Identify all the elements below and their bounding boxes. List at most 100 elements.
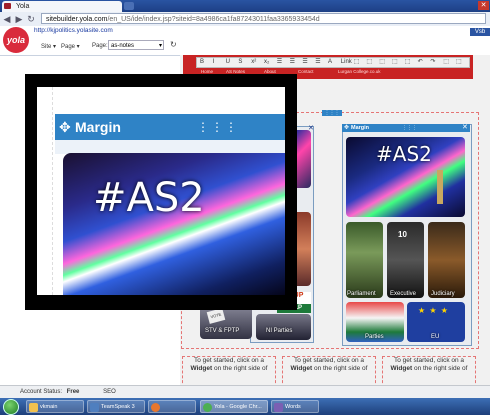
parties-label: Parties xyxy=(365,334,384,340)
get-started-text: To get started, click on a xyxy=(293,357,365,364)
words-icon xyxy=(274,403,283,412)
drag-handle-icon[interactable]: ⋮⋮⋮ xyxy=(402,124,417,132)
site-menu[interactable]: Site ▾ xyxy=(41,43,56,50)
zoom-panel-title: Margin xyxy=(75,119,121,135)
format-button[interactable]: ☰ xyxy=(302,58,307,67)
account-status-value: Free xyxy=(66,389,80,395)
zoom-banner-text: #AS2 xyxy=(93,175,205,221)
url-path: /en_US/ide/index.jsp?siteid=8a4986ca1fa8… xyxy=(107,16,320,23)
reload-icon[interactable]: ↻ xyxy=(26,14,36,24)
site-nav-link[interactable]: Contact xyxy=(298,69,314,74)
chevron-down-icon: ▾ xyxy=(158,43,162,49)
yola-favicon-icon xyxy=(4,3,11,9)
status-bar: Account Status: Free SEO xyxy=(0,385,490,399)
taskbar-item[interactable] xyxy=(148,400,196,413)
widget-word: Widget xyxy=(390,365,413,372)
format-button[interactable]: ⬚ xyxy=(405,58,411,67)
text-format-toolbar: B I U Sx² x₂ ☰ ☰ ☰ ☰ A Link ⬚ ⬚ ⬚ ⬚ ⬚ ↶ ↷ ⬚ ⬚ xyxy=(196,57,470,68)
format-button[interactable]: A xyxy=(328,58,332,67)
judiciary-tile[interactable] xyxy=(428,222,465,298)
taskbar-item-label: vkmain xyxy=(40,404,58,410)
get-started-text: on the right side of xyxy=(412,365,468,372)
parliament-label: Parliament xyxy=(347,291,376,297)
start-button-icon[interactable] xyxy=(3,399,19,415)
get-started-text: To get started, click on a xyxy=(193,357,265,364)
forward-arrow-icon[interactable]: ▶ xyxy=(14,14,24,24)
browser-tab-title: Yola xyxy=(16,3,30,10)
format-button[interactable]: S xyxy=(238,58,242,67)
format-button[interactable]: ↶ xyxy=(418,58,423,67)
taskbar-item[interactable]: vkmain xyxy=(26,400,84,413)
page-selector-label: Page: xyxy=(92,43,108,49)
format-button[interactable]: ⬚ xyxy=(392,58,398,67)
site-nav-link[interactable]: Lurgan College.co.uk xyxy=(338,69,381,74)
parliament-tile[interactable] xyxy=(346,222,383,298)
seo-link[interactable]: SEO xyxy=(103,389,116,395)
big-ben-graphic xyxy=(437,170,443,204)
folder-icon xyxy=(29,403,38,412)
site-url-link[interactable]: http://kjpolitics.yolasite.com xyxy=(34,27,113,34)
get-started-box[interactable]: To get started, click on a Widget on the… xyxy=(282,356,376,388)
page-select-value: as-notes xyxy=(111,43,135,49)
executive-label: Executive xyxy=(390,291,417,297)
teamspeak-icon xyxy=(90,403,99,412)
taskbar-item[interactable]: Words xyxy=(271,400,319,413)
format-button[interactable]: x² xyxy=(251,58,256,67)
as2-banner-text: #AS2 xyxy=(376,142,432,166)
taskbar-item-label: TeamSpeak 3 xyxy=(101,404,135,410)
browser-tab[interactable]: Yola xyxy=(2,1,122,12)
account-status-label: Account Status: xyxy=(20,389,63,395)
eu-stars-icon: ★ ★ ★ xyxy=(418,306,449,315)
close-icon[interactable]: ✕ xyxy=(462,124,468,132)
page-select[interactable]: as-notes ▾ xyxy=(108,40,164,50)
zoom-overlay-content: ✥ Margin ⋮⋮⋮ #AS2 xyxy=(37,87,285,295)
zoom-panel-body-strip xyxy=(55,140,285,154)
format-button[interactable]: ↷ xyxy=(430,58,435,67)
format-button[interactable]: x₂ xyxy=(264,58,269,67)
header-right-button[interactable]: Vsb xyxy=(470,28,490,36)
format-button[interactable]: ☰ xyxy=(290,58,295,67)
ni-parties-label: NI Parties xyxy=(266,328,293,334)
format-button[interactable]: ☰ xyxy=(315,58,320,67)
format-button[interactable]: U xyxy=(226,58,230,67)
move-icon[interactable]: ✥ xyxy=(344,124,349,132)
eu-label: EU xyxy=(431,334,440,340)
get-started-box[interactable]: To get started, click on a Widget on the… xyxy=(382,356,476,388)
door-number-text: 10 xyxy=(398,230,407,239)
format-button[interactable]: ☰ xyxy=(277,58,282,67)
ni-parties-tile[interactable] xyxy=(256,314,311,340)
format-button[interactable]: ⬚ xyxy=(379,58,385,67)
zoom-left-margin xyxy=(37,87,53,295)
new-tab-button[interactable] xyxy=(124,2,134,10)
window-close-icon[interactable]: ✕ xyxy=(478,1,489,10)
format-button[interactable]: I xyxy=(213,58,215,67)
get-started-box[interactable]: To get started, click on a Widget on the… xyxy=(182,356,276,388)
address-bar[interactable]: sitebuilder.yola.com/en_US/ide/index.jsp… xyxy=(41,13,486,24)
firefox-icon xyxy=(151,403,160,412)
get-started-text: on the right side of xyxy=(312,365,368,372)
zoom-drag-handle-icon: ⋮⋮⋮ xyxy=(197,120,239,134)
get-started-text: on the right side of xyxy=(212,365,268,372)
zoom-move-icon: ✥ xyxy=(59,119,71,135)
yola-logo[interactable]: yola xyxy=(3,27,29,53)
back-arrow-icon[interactable]: ◀ xyxy=(2,14,12,24)
chrome-icon xyxy=(203,403,212,412)
judiciary-label: Judiciary xyxy=(431,291,455,297)
format-button[interactable]: ⬚ xyxy=(456,58,462,67)
format-button[interactable]: Link xyxy=(341,58,352,67)
format-button[interactable]: ⬚ xyxy=(443,58,449,67)
taskbar-item[interactable]: TeamSpeak 3 xyxy=(87,400,145,413)
margin-panel-title: Margin xyxy=(351,125,370,131)
format-button[interactable]: ⬚ xyxy=(366,58,372,67)
taskbar-item-label: Yola - Google Chr... xyxy=(214,404,262,410)
page-menu[interactable]: Page ▾ xyxy=(61,43,80,50)
drag-handle-icon[interactable]: ⋮⋮⋮ xyxy=(322,110,342,116)
taskbar-item-label: Words xyxy=(285,404,301,410)
widget-word: Widget xyxy=(190,365,213,372)
stv-fptp-label: STV & FPTP xyxy=(205,328,240,334)
taskbar-item-active[interactable]: Yola - Google Chr... xyxy=(200,400,268,413)
format-button[interactable]: B xyxy=(200,58,204,67)
format-button[interactable]: ⬚ xyxy=(354,58,360,67)
url-host: sitebuilder.yola.com xyxy=(46,16,108,23)
page-refresh-icon[interactable]: ↻ xyxy=(170,40,177,49)
